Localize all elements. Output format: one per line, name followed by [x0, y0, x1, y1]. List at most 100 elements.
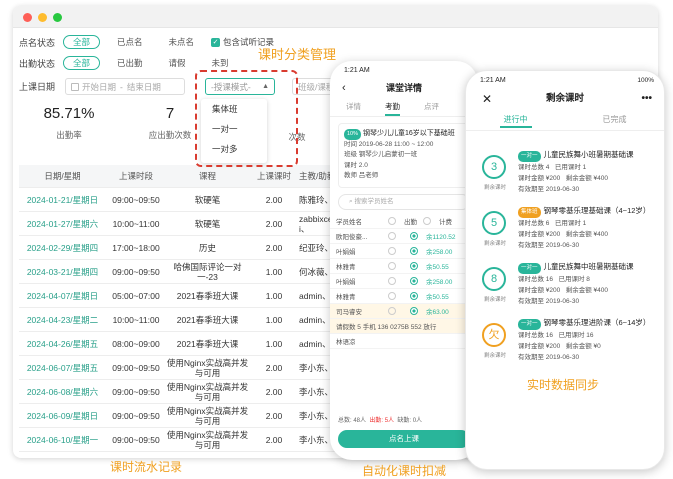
close-window-button[interactable] [23, 13, 32, 22]
status-time: 1:21 AM [480, 77, 506, 84]
caption-phone2: 实时数据同步 [527, 378, 600, 392]
roll-call-button[interactable]: 点名上课 [338, 430, 470, 448]
student-balance: 余63.00 [426, 308, 449, 316]
tab-review[interactable]: 点评 [424, 99, 439, 116]
table-row[interactable]: 2024-06-09/星期日 09:00~09:50 使用Nginx实战高并发与可用… [19, 404, 341, 428]
student-row[interactable]: 叶娟娟 余258.00 [330, 274, 478, 289]
extra-student-name: 林语凉 [336, 338, 356, 346]
present-radio-icon[interactable] [388, 246, 396, 255]
course-card[interactable]: 欠剩余课时 一对一 钢琴零基乐理进阶课（6~14岁） 课时总数 16 已用课时 16 课… [478, 315, 658, 367]
header-billing: 计费 [439, 218, 452, 226]
student-row[interactable]: 叶娟娟 余258.00 [330, 244, 478, 259]
tab-details[interactable]: 详情 [346, 99, 361, 116]
student-row[interactable]: 司马睿安 余63.00 [330, 303, 478, 319]
attendance-uncalled-pill[interactable]: 未点名 [160, 35, 204, 49]
student-list-header: 学员姓名 出勤 计费 [330, 214, 478, 229]
back-arrow-icon[interactable]: ‹ [342, 77, 346, 99]
course-text: 一对一 儿童民族舞中班暑期基础课 课时总数 16 已用课时 8 课时金额 ¥200 剩… [518, 261, 634, 307]
header-period[interactable]: 上课时段 [106, 170, 166, 182]
sign-absent-pill[interactable]: 未到 [203, 56, 238, 70]
tab-in-progress[interactable]: 进行中 [466, 111, 565, 130]
course-tag: 一对一 [518, 151, 541, 162]
date-range-input[interactable]: 开始日期 - 结束日期 [65, 78, 185, 95]
attendance-called-pill[interactable]: 已点名 [108, 35, 152, 49]
course-name: 儿童民族舞小班暑期基础课 [543, 150, 634, 159]
billing-radio-icon[interactable] [410, 291, 418, 300]
course-total: 课时总数 4 [518, 164, 550, 171]
present-radio-icon[interactable] [388, 276, 396, 285]
billing-radio-icon[interactable] [410, 276, 418, 285]
table-row[interactable]: 2024-03-21/星期四 09:00~09:50 哈佛国际评论一对一-23 1.0… [19, 260, 341, 284]
student-name: 叶娟娟 [336, 248, 356, 256]
row-date: 2024-04-26/星期五 [26, 338, 99, 349]
row-date: 2024-06-10/星期一 [26, 434, 99, 445]
table-row[interactable]: 2024-01-27/星期六 10:00~11:00 软硬笔 2.00 zabbixce… [19, 212, 341, 236]
present-radio-icon[interactable] [388, 261, 396, 270]
tab-attendance[interactable]: 考勤 [385, 99, 400, 116]
table-row[interactable]: 2024-06-10/星期一 09:00~09:50 使用Nginx实战高并发与可用… [19, 428, 341, 452]
student-name: 欧阳俊豪... [336, 233, 368, 241]
remaining-ring: 3 [482, 155, 506, 179]
table-row[interactable]: 2024-04-23/星期二 10:00~11:00 2021春季班大课 1.00 ad… [19, 308, 341, 332]
course-used: 已用课时 1 [554, 164, 587, 171]
student-row[interactable]: 欧阳俊豪... 余1120.52 [330, 229, 478, 244]
present-radio-icon[interactable] [388, 231, 396, 240]
row-date: 2024-04-07/星期日 [26, 290, 99, 301]
table-row[interactable]: 2024-04-26/星期五 08:00~09:00 2021春季班大课 1.00 ad… [19, 332, 341, 356]
remaining-ring-label: 剩余课时 [483, 297, 506, 303]
present-radio-icon[interactable] [388, 306, 396, 315]
remaining-ring: 5 [482, 211, 506, 235]
student-search-input[interactable]: ⌕ 搜索学员姓名 [338, 193, 470, 210]
table-row[interactable]: 2024-06-08/星期六 09:00~09:50 使用Nginx实战高并发与可用… [19, 380, 341, 404]
attendance-state-filter: 点名状态 全部 已点名 未点名 ✓ 包含试听记录 [13, 32, 274, 52]
minimize-window-button[interactable] [38, 13, 47, 22]
student-row[interactable]: 林雅青 余50.55 [330, 289, 478, 304]
student-balance: 余1120.52 [426, 233, 456, 241]
header-hours[interactable]: 上课课时 [249, 170, 299, 182]
table-row[interactable]: 2024-06-07/星期五 09:00~09:50 使用Nginx实战高并发与可用… [19, 356, 341, 380]
attendance-all-pill[interactable]: 全部 [63, 35, 101, 49]
course-valid: 有效期至 2019-06-30 [518, 242, 580, 249]
remaining-hours-tabs: 进行中 已完成 [466, 111, 664, 131]
summary-absent: 缺勤: 0人 [397, 418, 423, 424]
header-present: 出勤 [404, 218, 417, 226]
student-name: 林雅青 [336, 263, 356, 271]
table-row[interactable]: 2024-04-07/星期日 05:00~07:00 2021春季班大课 1.00 ad… [19, 284, 341, 308]
sign-present-pill[interactable]: 已出勤 [108, 56, 152, 70]
more-icon[interactable]: ••• [641, 87, 652, 111]
summary-present: 出勤: 5人 [369, 418, 395, 424]
course-used: 已用课时 16 [558, 332, 594, 339]
table-row[interactable]: 2024-01-21/星期日 09:00~09:50 软硬笔 2.00 陈雅玲、 [19, 188, 341, 212]
row-course: 使用Nginx实战高并发与可用 [166, 357, 249, 378]
sign-all-pill[interactable]: 全部 [63, 56, 101, 70]
course-total: 课时总数 16 [518, 332, 554, 339]
lesson-name: 钢琴少儿儿童16岁以下基础班 [363, 130, 455, 137]
header-course[interactable]: 课程 [166, 170, 249, 182]
student-list: 欧阳俊豪... 余1120.52 叶娟娟 余258.00 林雅青 余50.55 叶娟娟 余25… [330, 229, 478, 319]
course-text: 集体班 钢琴零基乐理基础课（4~12岁） 课时总数 6 已用课时 1 课时金额 ¥20… [518, 205, 650, 251]
close-icon[interactable]: ✕ [482, 87, 492, 111]
row-hours: 2.00 [265, 242, 283, 253]
course-card[interactable]: 3 剩余课时 一对一 儿童民族舞小班暑期基础课 课时总数 4 已用课时 1 课时金额 ¥2… [478, 147, 658, 199]
row-date: 2024-06-08/星期六 [26, 386, 99, 397]
row-period: 09:00~09:50 [112, 194, 160, 205]
header-date[interactable]: 日期/星期 [19, 170, 106, 182]
billing-radio-icon[interactable] [410, 261, 418, 270]
lesson-teacher: 教师 吕老师 [344, 172, 379, 179]
billing-radio-icon[interactable] [410, 231, 418, 240]
course-card[interactable]: 5 剩余课时 集体班 钢琴零基乐理基础课（4~12岁） 课时总数 6 已用课时 1 课时金… [478, 203, 658, 255]
billing-radio-icon[interactable] [410, 306, 418, 315]
window-titlebar [13, 6, 658, 28]
billing-radio-icon[interactable] [410, 246, 418, 255]
table-row[interactable]: 2024-02-29/星期四 17:00~18:00 历史 2.00 纪亚玲、 [19, 236, 341, 260]
tab-completed[interactable]: 已完成 [565, 111, 664, 130]
maximize-window-button[interactable] [53, 13, 62, 22]
student-search-placeholder: 搜索学员姓名 [354, 197, 394, 205]
sign-leave-pill[interactable]: 请假 [160, 56, 195, 70]
row-period: 17:00~18:00 [112, 242, 160, 253]
present-radio-icon[interactable] [388, 291, 396, 300]
row-date: 2024-06-09/星期日 [26, 410, 99, 421]
course-card[interactable]: 8 剩余课时 一对一 儿童民族舞中班暑期基础课 课时总数 16 已用课时 8 课时金额 ¥… [478, 259, 658, 311]
leave-line: 请假数 5 手机 136 0275B 552 放行 [330, 318, 478, 334]
student-row[interactable]: 林雅青 余50.55 [330, 259, 478, 274]
